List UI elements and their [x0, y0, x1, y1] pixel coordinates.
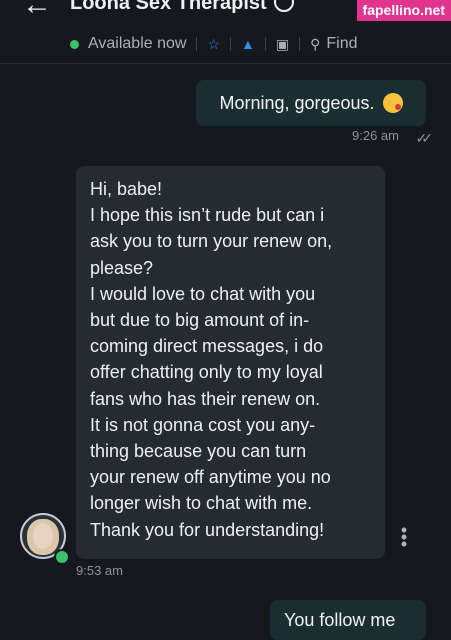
message-line: coming direct messages, i do: [90, 336, 324, 357]
message-line: your renew off anytime you no: [90, 467, 331, 488]
message-line: ask you to turn your renew on,: [90, 231, 333, 252]
message-line: Hi, babe!: [90, 179, 163, 199]
message-timestamp: 9:26 am: [352, 128, 399, 143]
message-line: It is not gonna cost you any-: [90, 414, 316, 435]
message-line: please?: [90, 257, 154, 278]
message-line: I hope this isn’t rude but can i: [90, 205, 325, 226]
message-line: thing because you can turn: [90, 441, 307, 462]
message-text: You follow me: [284, 610, 396, 630]
divider: [230, 37, 231, 51]
message-line: I would love to chat with you: [90, 283, 316, 304]
contact-name: Loona Sex Therapist: [70, 0, 267, 14]
outgoing-message-bubble[interactable]: You follow me: [270, 600, 426, 640]
online-indicator-icon: [54, 549, 70, 565]
divider: [299, 37, 301, 51]
availability-status: Available now: [88, 35, 187, 52]
star-icon[interactable]: ☆: [207, 36, 220, 53]
message-line: offer chatting only to my loyal: [90, 362, 323, 383]
message-timestamp: 9:53 am: [76, 563, 123, 578]
online-status-icon: [70, 39, 79, 49]
message-line: but due to big amount of in-: [90, 310, 310, 331]
message-line: Thank you for understanding!: [90, 519, 325, 540]
avatar-face: [33, 523, 53, 549]
search-icon[interactable]: ⚲: [310, 36, 320, 53]
bell-icon[interactable]: ▲: [241, 36, 255, 52]
divider: [264, 37, 266, 51]
kissing-face-emoji-icon: [382, 93, 403, 113]
divider: [196, 37, 198, 51]
incoming-message-bubble[interactable]: Hi, babe! I hope this isn’t rude but can…: [76, 166, 385, 559]
header-divider: [0, 63, 451, 64]
message-text: Morning, gorgeous.: [219, 92, 375, 113]
double-check-icon: ✓✓: [415, 130, 434, 146]
status-toolbar: Available now ☆ ▲ ▣ ⚲ Find: [70, 34, 357, 54]
chat-title[interactable]: Loona Sex Therapist: [70, 0, 295, 15]
watermark: fapellino.net: [356, 0, 451, 21]
more-options-icon[interactable]: • • •: [398, 521, 410, 553]
image-gallery-icon[interactable]: ▣: [276, 36, 289, 53]
message-line: longer wish to chat with me.: [90, 493, 313, 514]
back-arrow-icon[interactable]: ←: [22, 0, 52, 20]
message-line: fans who has their renew on.: [90, 388, 321, 409]
verified-badge-icon: [274, 0, 295, 12]
find-button[interactable]: Find: [326, 35, 357, 53]
outgoing-message-bubble[interactable]: Morning, gorgeous.: [196, 80, 426, 126]
